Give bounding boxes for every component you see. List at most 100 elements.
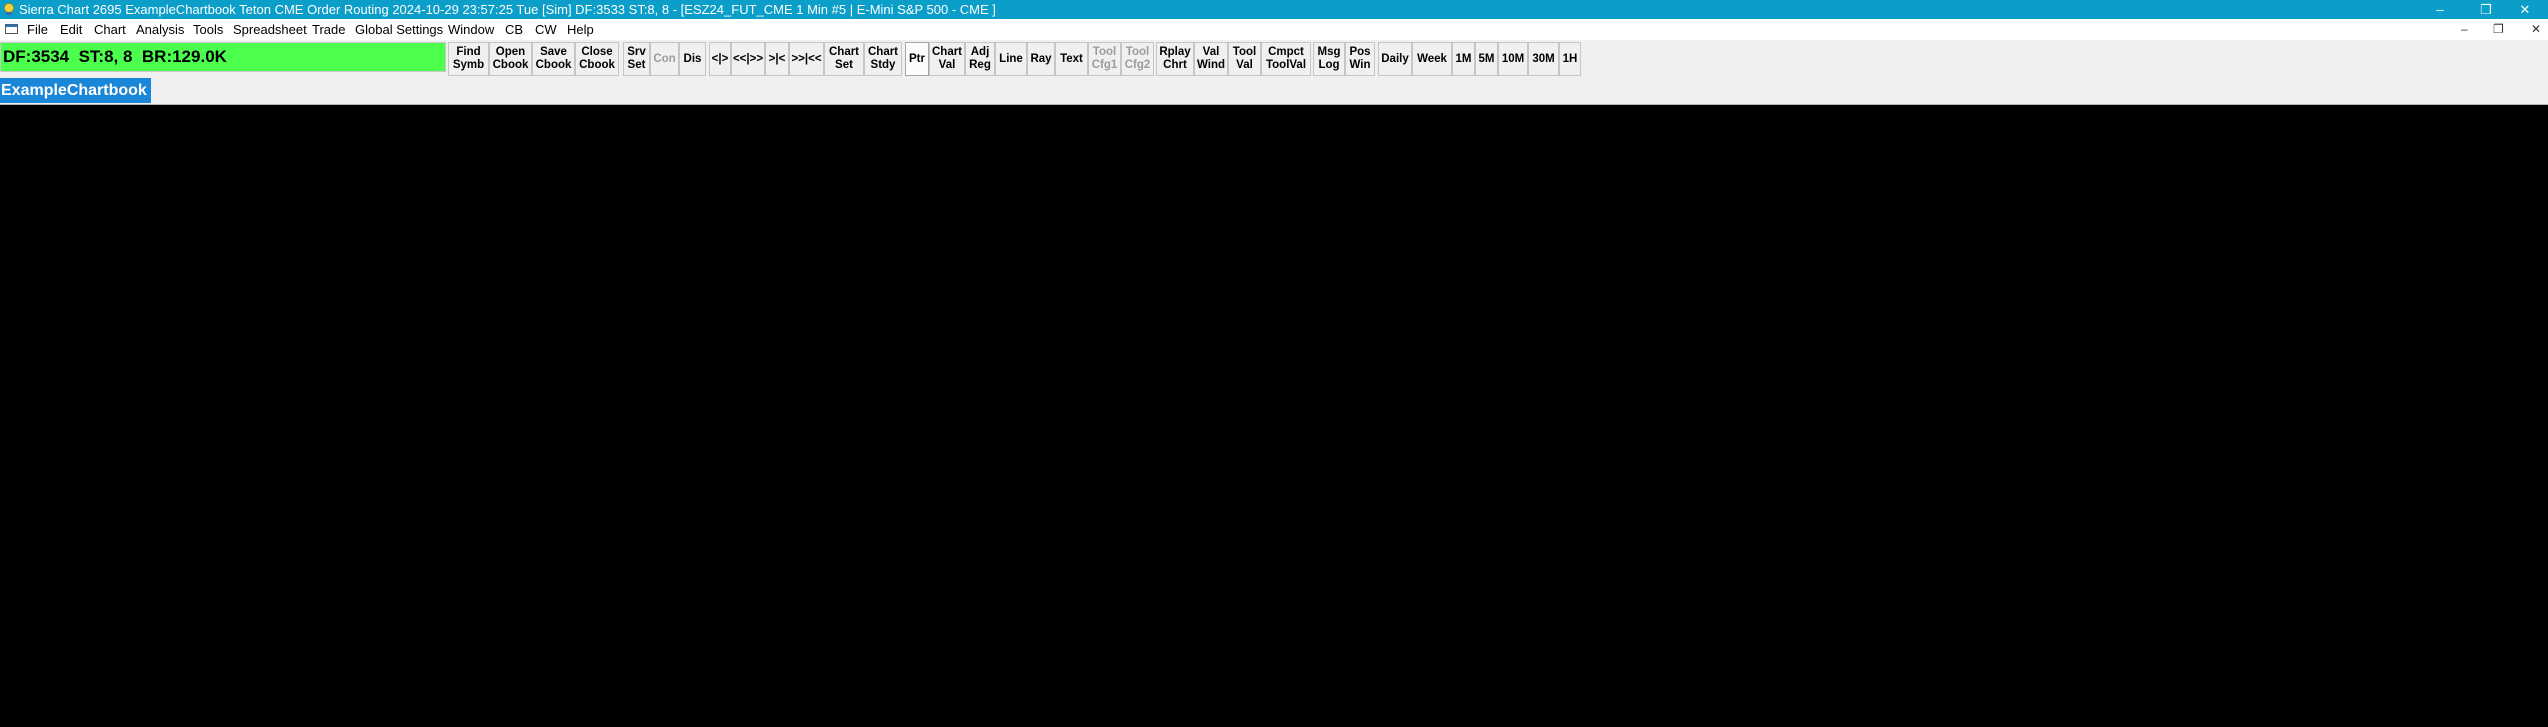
chart-studies-button[interactable]: Chart Stdy: [864, 42, 902, 76]
status-indicator: DF:3534 ST:8, 8 BR:129.0K: [0, 42, 446, 72]
menu-analysis[interactable]: Analysis: [136, 22, 184, 37]
menu-spreadsheet[interactable]: Spreadsheet: [233, 22, 307, 37]
text-tool-label: Text: [1060, 52, 1083, 65]
mdi-restore-icon[interactable]: ❐: [2493, 22, 2504, 36]
10m-timeframe-button[interactable]: 10M: [1498, 42, 1528, 76]
adjust-region-label-1: Adj: [970, 46, 990, 58]
1h-timeframe-label: 1H: [1562, 52, 1578, 65]
menu-global-settings[interactable]: Global Settings: [355, 22, 443, 37]
week-timeframe-button[interactable]: Week: [1412, 42, 1452, 76]
1h-timeframe-button[interactable]: 1H: [1559, 42, 1581, 76]
5m-timeframe-label: 5M: [1478, 52, 1495, 65]
mdi-close-icon[interactable]: ✕: [2531, 22, 2541, 36]
tool-values-label-2: Val: [1236, 59, 1253, 71]
text-tool-button[interactable]: Text: [1055, 42, 1088, 76]
chartbook-tab-bar: [0, 80, 2548, 105]
compact-tool-values-label-1: Cmpct: [1268, 46, 1304, 58]
close-chartbook-button[interactable]: Close Cbook: [575, 42, 619, 76]
window-title: Sierra Chart 2695 ExampleChartbook Teton…: [19, 2, 996, 17]
5m-timeframe-button[interactable]: 5M: [1475, 42, 1498, 76]
message-log-button[interactable]: Msg Log: [1313, 42, 1345, 76]
find-symbol-label-2: Symb: [452, 59, 485, 71]
line-tool-button[interactable]: Line: [995, 42, 1027, 76]
find-symbol-label-1: Find: [456, 46, 481, 58]
chart-document-icon[interactable]: [5, 24, 18, 34]
scroll-end-button[interactable]: >>|<<: [789, 42, 824, 76]
adjust-region-button[interactable]: Adj Reg: [965, 42, 995, 76]
tool-config-2-label-2: Cfg2: [1124, 59, 1151, 71]
disconnect-label: Dis: [683, 52, 702, 65]
line-tool-label: Line: [999, 52, 1023, 65]
chart-values-button[interactable]: Chart Val: [929, 42, 965, 76]
chart-values-label-1: Chart: [931, 46, 963, 58]
save-chartbook-button[interactable]: Save Cbook: [532, 42, 575, 76]
disconnect-button[interactable]: Dis: [679, 42, 706, 76]
scroll-right-edge-label: >|<: [768, 52, 786, 65]
menu-bar: File Edit Chart Analysis Tools Spreadshe…: [0, 19, 2548, 40]
menu-help[interactable]: Help: [567, 22, 594, 37]
menu-tools[interactable]: Tools: [193, 22, 223, 37]
restore-icon: ❐: [2480, 1, 2492, 17]
scroll-back-button[interactable]: <|>: [709, 42, 731, 76]
scroll-center-label: <<|>>: [732, 52, 764, 65]
chart-studies-label-2: Stdy: [870, 59, 896, 71]
pointer-tool-button[interactable]: Ptr: [905, 42, 929, 76]
save-chartbook-label-2: Cbook: [535, 59, 572, 71]
replay-chart-label-1: Rplay: [1159, 46, 1191, 58]
title-bar[interactable]: Sierra Chart 2695 ExampleChartbook Teton…: [0, 0, 2548, 19]
menu-cw[interactable]: CW: [535, 22, 557, 37]
mdi-minimize-icon[interactable]: –: [2461, 22, 2468, 36]
chart-settings-button[interactable]: Chart Set: [824, 42, 864, 76]
menu-edit[interactable]: Edit: [60, 22, 82, 37]
values-window-label-2: Wind: [1197, 59, 1225, 71]
compact-tool-values-button[interactable]: Cmpct ToolVal: [1261, 42, 1311, 76]
menu-trade[interactable]: Trade: [312, 22, 345, 37]
chart-area[interactable]: [0, 105, 2548, 727]
daily-timeframe-label: Daily: [1381, 52, 1409, 65]
scroll-end-label: >>|<<: [791, 52, 822, 65]
chartbook-tab-examplechartbook[interactable]: ExampleChartbook: [0, 78, 151, 103]
compact-tool-values-label-2: ToolVal: [1265, 59, 1307, 71]
menu-chart[interactable]: Chart: [94, 22, 126, 37]
connect-label: Con: [653, 52, 676, 65]
1m-timeframe-button[interactable]: 1M: [1452, 42, 1475, 76]
close-button[interactable]: ✕: [2502, 0, 2548, 19]
ray-tool-button[interactable]: Ray: [1027, 42, 1055, 76]
connect-button[interactable]: Con: [650, 42, 679, 76]
pointer-tool-label: Ptr: [909, 52, 925, 65]
tool-config-2-button[interactable]: Tool Cfg2: [1121, 42, 1154, 76]
server-settings-label-1: Srv: [627, 46, 646, 58]
close-chartbook-label-2: Cbook: [579, 59, 615, 71]
save-chartbook-label-1: Save: [540, 46, 567, 58]
10m-timeframe-label: 10M: [1501, 52, 1525, 65]
open-chartbook-button[interactable]: Open Cbook: [489, 42, 532, 76]
30m-timeframe-label: 30M: [1532, 52, 1555, 65]
position-window-label-2: Win: [1349, 59, 1371, 71]
find-symbol-button[interactable]: Find Symb: [448, 42, 489, 76]
position-window-button[interactable]: Pos Win: [1345, 42, 1375, 76]
tool-config-1-label-2: Cfg1: [1091, 59, 1118, 71]
tool-values-button[interactable]: Tool Val: [1228, 42, 1261, 76]
scroll-center-button[interactable]: <<|>>: [731, 42, 765, 76]
close-chartbook-label-1: Close: [581, 46, 613, 58]
menu-window[interactable]: Window: [448, 22, 494, 37]
30m-timeframe-button[interactable]: 30M: [1528, 42, 1559, 76]
menu-file[interactable]: File: [27, 22, 48, 37]
daily-timeframe-button[interactable]: Daily: [1378, 42, 1412, 76]
replay-chart-label-2: Chrt: [1163, 59, 1187, 71]
scroll-right-edge-button[interactable]: >|<: [765, 42, 789, 76]
values-window-label-1: Val: [1202, 46, 1220, 58]
values-window-button[interactable]: Val Wind: [1194, 42, 1228, 76]
message-log-label-1: Msg: [1317, 46, 1341, 58]
sierra-chart-app-icon[interactable]: [3, 3, 15, 16]
message-log-label-2: Log: [1318, 59, 1340, 71]
chart-values-label-2: Val: [938, 59, 956, 71]
server-settings-button[interactable]: Srv Set: [623, 42, 650, 76]
open-chartbook-label-2: Cbook: [492, 59, 529, 71]
menu-cb[interactable]: CB: [505, 22, 523, 37]
tool-config-1-button[interactable]: Tool Cfg1: [1088, 42, 1121, 76]
minimize-button[interactable]: –: [2417, 0, 2463, 19]
adjust-region-label-2: Reg: [969, 59, 991, 71]
tool-values-label-1: Tool: [1232, 46, 1257, 58]
replay-chart-button[interactable]: Rplay Chrt: [1156, 42, 1194, 76]
